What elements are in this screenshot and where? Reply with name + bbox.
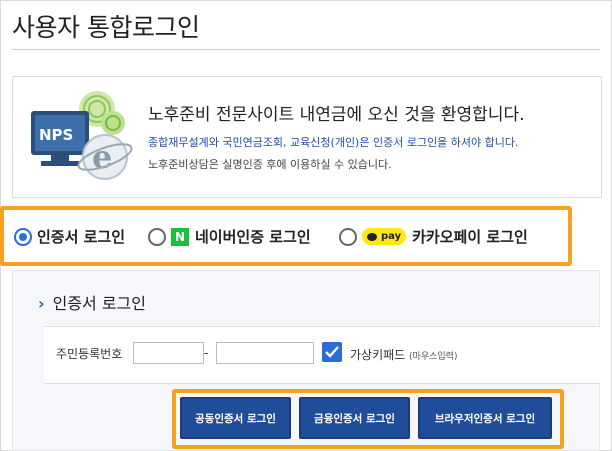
rrn-separator: - <box>204 346 209 360</box>
welcome-heading: 노후준비 전문사이트 내연금에 오신 것을 환영합니다. <box>148 105 525 125</box>
page-title: 사용자 통합로그인 <box>12 13 200 42</box>
logo-text: NPS <box>39 126 73 144</box>
virtual-keypad-checkbox[interactable] <box>322 342 342 362</box>
rrn-label: 주민등록번호 <box>56 347 123 361</box>
svg-text:e: e <box>92 138 112 176</box>
virtual-keypad-hint: (마우스입력) <box>409 352 458 362</box>
naver-icon: N <box>171 227 189 246</box>
financial-certificate-login-button[interactable]: 금융인증서 로그인 <box>299 397 410 439</box>
option-label: 카카오페이 로그인 <box>412 228 528 246</box>
chevron-right-icon: › <box>38 294 45 313</box>
radio-kakaopay[interactable] <box>339 227 357 246</box>
rrn-front-input[interactable] <box>133 342 204 364</box>
rrn-back-input[interactable] <box>216 342 314 364</box>
welcome-line-1: 종합재무설계와 국민연금조회, 교육신청(개인)은 인증서 로그인을 하셔야 합… <box>148 136 519 149</box>
kakaopay-icon: pay <box>362 228 407 245</box>
virtual-keypad-text: 가상키패드 <box>350 348 406 362</box>
radio-naver[interactable] <box>148 227 166 246</box>
login-option-bar: 인증서 로그인 N 네이버인증 로그인 pay 카카오페이 로그인 <box>0 206 572 266</box>
kakaopay-badge-text: pay <box>381 231 402 242</box>
joint-certificate-login-button[interactable]: 공동인증서 로그인 <box>180 397 291 439</box>
speech-bubble-icon <box>367 232 377 241</box>
option-certificate-login[interactable]: 인증서 로그인 <box>14 226 125 247</box>
nps-logo: NPS e <box>27 83 137 187</box>
section-title: › 인증서 로그인 <box>38 290 146 314</box>
welcome-line-2: 노후준비상담은 실명인증 후에 이용하실 수 있습니다. <box>148 158 392 171</box>
option-label: 네이버인증 로그인 <box>195 228 311 246</box>
virtual-keypad-label: 가상키패드 (마우스입력) <box>350 346 457 363</box>
checkmark-icon <box>325 346 339 358</box>
title-divider <box>12 49 600 50</box>
option-kakaopay-login[interactable]: pay 카카오페이 로그인 <box>339 226 528 247</box>
option-label: 인증서 로그인 <box>37 228 126 246</box>
option-naver-login[interactable]: N 네이버인증 로그인 <box>148 226 311 247</box>
browser-certificate-login-button[interactable]: 브라우저인증서 로그인 <box>418 397 552 439</box>
radio-certificate[interactable] <box>14 227 32 246</box>
section-title-text: 인증서 로그인 <box>52 294 146 313</box>
